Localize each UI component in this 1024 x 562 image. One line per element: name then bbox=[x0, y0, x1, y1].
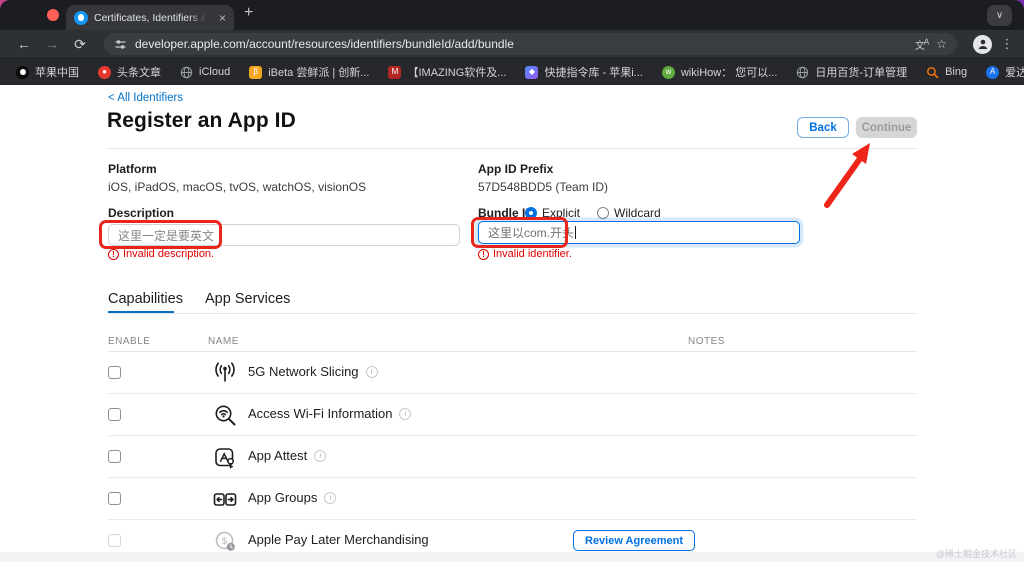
bookmark-toutiao[interactable]: ● 头条文章 bbox=[98, 64, 161, 80]
capability-name: App Groups bbox=[248, 490, 317, 505]
checkbox-apple-pay-later bbox=[108, 534, 121, 547]
apple-developer-favicon-icon bbox=[74, 11, 88, 25]
checkbox-5g-network-slicing[interactable] bbox=[108, 366, 121, 379]
forward-nav-icon[interactable]: → bbox=[40, 36, 64, 52]
review-agreement-button[interactable]: Review Agreement bbox=[573, 530, 695, 551]
tab-strip: Certificates, Identifiers & Pro × + ∨ bbox=[0, 0, 1024, 30]
bottom-strip bbox=[0, 552, 1024, 562]
page-content: < All Identifiers Register an App ID Bac… bbox=[0, 85, 1024, 562]
tab-title: Certificates, Identifiers & Pro bbox=[94, 12, 206, 24]
new-tab-button[interactable]: + bbox=[244, 4, 253, 22]
browser-toolbar: ← → ⟳ developer.apple.com/account/resour… bbox=[0, 30, 1024, 58]
address-bar[interactable]: developer.apple.com/account/resources/id… bbox=[104, 33, 957, 55]
profile-avatar[interactable] bbox=[973, 35, 992, 54]
bundle-id-annotation-box bbox=[471, 217, 568, 248]
info-icon[interactable]: i bbox=[399, 408, 411, 420]
info-icon[interactable]: i bbox=[314, 450, 326, 462]
platform-value: iOS, iPadOS, macOS, tvOS, watchOS, visio… bbox=[108, 180, 366, 194]
capability-name: App Attest bbox=[248, 448, 307, 463]
apple-logo-icon bbox=[16, 66, 29, 79]
imazing-icon: M bbox=[388, 66, 401, 79]
bookmark-shortcuts[interactable]: ◆ 快捷指令库 - 苹果i... bbox=[525, 64, 642, 80]
tab-capabilities[interactable]: Capabilities bbox=[108, 291, 183, 307]
checkbox-app-groups[interactable] bbox=[108, 492, 121, 505]
info-icon[interactable]: i bbox=[324, 492, 336, 504]
page-title: Register an App ID bbox=[107, 109, 296, 133]
bookmark-ibeta[interactable]: β iBeta 尝鲜派 | 创新... bbox=[249, 64, 369, 80]
bundle-id-error: ! Invalid identifier. bbox=[478, 248, 572, 260]
tab-app-services[interactable]: App Services bbox=[205, 291, 290, 307]
description-label: Description bbox=[108, 206, 174, 220]
site-settings-icon[interactable] bbox=[114, 38, 127, 51]
access-wifi-information-icon bbox=[212, 402, 238, 428]
bookmark-imazing[interactable]: M 【IMAZING软件及... bbox=[388, 64, 506, 80]
app-id-prefix-value: 57D548BDD5 (Team ID) bbox=[478, 180, 608, 194]
globe-icon bbox=[180, 66, 193, 79]
globe-icon bbox=[796, 66, 809, 79]
bookmark-bing[interactable]: Bing bbox=[926, 66, 967, 79]
text-cursor bbox=[575, 226, 576, 239]
bookmarks-bar: 苹果中国 ● 头条文章 iCloud β iBeta 尝鲜派 | 创新... M… bbox=[0, 58, 1024, 85]
error-icon: ! bbox=[478, 249, 489, 260]
capability-name: Access Wi-Fi Information bbox=[248, 406, 392, 421]
bookmark-star-icon[interactable]: ☆ bbox=[936, 37, 947, 51]
svg-text:$: $ bbox=[221, 536, 227, 547]
table-row: App Groups i bbox=[0, 478, 1024, 520]
back-nav-icon[interactable]: ← bbox=[12, 36, 36, 52]
tab-search-button[interactable]: ∨ bbox=[987, 5, 1012, 26]
person-icon bbox=[977, 38, 989, 50]
reload-icon[interactable]: ⟳ bbox=[68, 36, 92, 53]
table-row: Access Wi-Fi Information i bbox=[0, 394, 1024, 436]
capability-name: Apple Pay Later Merchandising bbox=[248, 532, 429, 547]
checkbox-access-wifi-information[interactable] bbox=[108, 408, 121, 421]
description-error: ! Invalid description. bbox=[108, 248, 214, 260]
browser-window: Certificates, Identifiers & Pro × + ∨ ← … bbox=[0, 0, 1024, 562]
app-groups-icon bbox=[212, 486, 238, 512]
platform-label: Platform bbox=[108, 162, 157, 176]
bookmark-icloud[interactable]: iCloud bbox=[180, 66, 230, 79]
bookmark-daily-goods[interactable]: 日用百货-订单管理 bbox=[796, 64, 907, 80]
5g-network-slicing-icon bbox=[212, 360, 238, 386]
bookmark-aida-store[interactable]: A 爱达杂货铺 | 收集那... bbox=[986, 64, 1024, 80]
annotation-arrow bbox=[800, 135, 890, 215]
column-header-name: NAME bbox=[208, 336, 239, 347]
search-icon bbox=[926, 66, 939, 79]
header-divider bbox=[108, 148, 917, 149]
apple-pay-later-icon: $ bbox=[212, 528, 238, 554]
radio-wildcard-label[interactable]: Wildcard bbox=[614, 206, 661, 220]
info-icon[interactable]: i bbox=[366, 366, 378, 378]
close-tab-icon[interactable]: × bbox=[219, 12, 226, 24]
wikihow-icon: w bbox=[662, 66, 675, 79]
description-annotation-box bbox=[99, 220, 222, 249]
browser-tab[interactable]: Certificates, Identifiers & Pro × bbox=[66, 5, 234, 30]
translate-icon[interactable]: 文A bbox=[915, 37, 928, 52]
bookmark-wikihow[interactable]: w wikiHow： 您可以... bbox=[662, 64, 778, 80]
column-header-notes: NOTES bbox=[688, 336, 725, 347]
capability-name: 5G Network Slicing bbox=[248, 364, 359, 379]
breadcrumb-all-identifiers-link[interactable]: < All Identifiers bbox=[108, 92, 183, 104]
app-attest-icon bbox=[212, 444, 238, 470]
column-header-enable: ENABLE bbox=[108, 336, 150, 347]
app-id-prefix-label: App ID Prefix bbox=[478, 162, 553, 176]
radio-wildcard[interactable] bbox=[597, 207, 609, 219]
error-icon: ! bbox=[108, 249, 119, 260]
table-row: 5G Network Slicing i bbox=[0, 352, 1024, 394]
checkbox-app-attest[interactable] bbox=[108, 450, 121, 463]
url-text: developer.apple.com/account/resources/id… bbox=[135, 37, 907, 51]
weibo-article-icon: ● bbox=[98, 66, 111, 79]
bookmark-apple-china[interactable]: 苹果中国 bbox=[16, 64, 79, 80]
close-window-button[interactable] bbox=[47, 9, 59, 21]
aida-icon: A bbox=[986, 66, 999, 79]
shortcuts-icon: ◆ bbox=[525, 66, 538, 79]
table-row: App Attest i bbox=[0, 436, 1024, 478]
tabs-divider bbox=[108, 313, 917, 314]
ibeta-icon: β bbox=[249, 66, 262, 79]
watermark: @稀土掘金技术社区 bbox=[936, 547, 1017, 560]
browser-menu-icon[interactable]: ⋮ bbox=[1000, 36, 1014, 52]
